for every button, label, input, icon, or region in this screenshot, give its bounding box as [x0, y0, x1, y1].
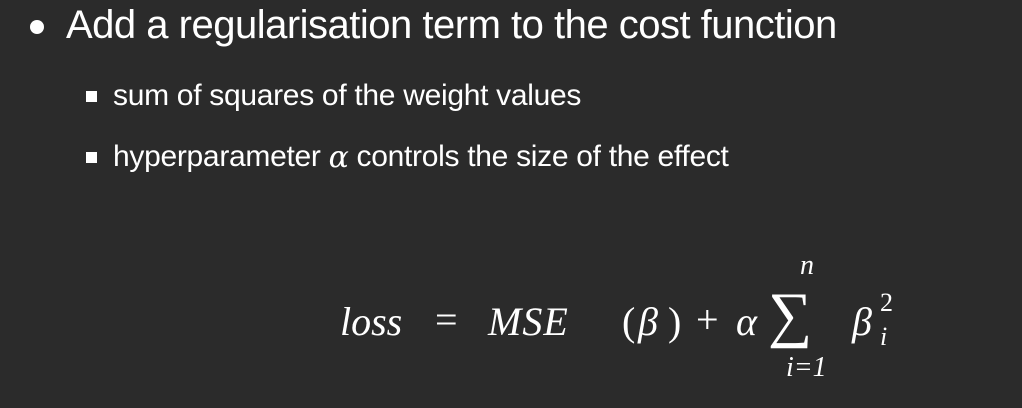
- formula-equals: =: [435, 297, 458, 342]
- formula-plus: +: [696, 297, 719, 342]
- formula-paren-open: (: [622, 299, 636, 344]
- main-bullet-text: Add a regularisation term to the cost fu…: [66, 2, 837, 47]
- sub-bullet-hyperparameter: hyperparameter α controls the size of th…: [86, 137, 729, 177]
- square-bullet-icon: [86, 90, 97, 102]
- formula-paren-close: ): [668, 299, 682, 344]
- slide: Add a regularisation term to the cost fu…: [0, 0, 1022, 408]
- sub-bullet-text: sum of squares of the weight values: [113, 79, 582, 112]
- formula-subscript: i: [880, 322, 888, 351]
- formula-loss: loss: [340, 299, 403, 344]
- formula-upper-limit: n: [800, 250, 814, 281]
- ridge-loss-formula: loss = MSE ( β ) + α ∑ n i=1 β 2 i: [340, 250, 940, 390]
- sub-bullet-text-after: controls the size of the effect: [356, 140, 729, 173]
- sub-bullet-sum-of-squares: sum of squares of the weight values: [86, 76, 581, 116]
- bullet-dot-icon: [30, 20, 44, 34]
- formula-beta: β: [638, 299, 658, 344]
- formula-lower-limit: i=1: [786, 352, 827, 383]
- formula-alpha: α: [736, 299, 757, 344]
- alpha-symbol: α: [328, 139, 349, 175]
- formula-summand-beta: β: [852, 299, 872, 344]
- square-bullet-icon: [86, 151, 97, 163]
- sub-bullet-text-before: hyperparameter: [113, 140, 321, 173]
- formula-mse: MSE: [488, 299, 569, 344]
- main-bullet: Add a regularisation term to the cost fu…: [30, 0, 837, 50]
- sigma-icon: ∑: [768, 281, 813, 349]
- formula-superscript: 2: [880, 288, 893, 317]
